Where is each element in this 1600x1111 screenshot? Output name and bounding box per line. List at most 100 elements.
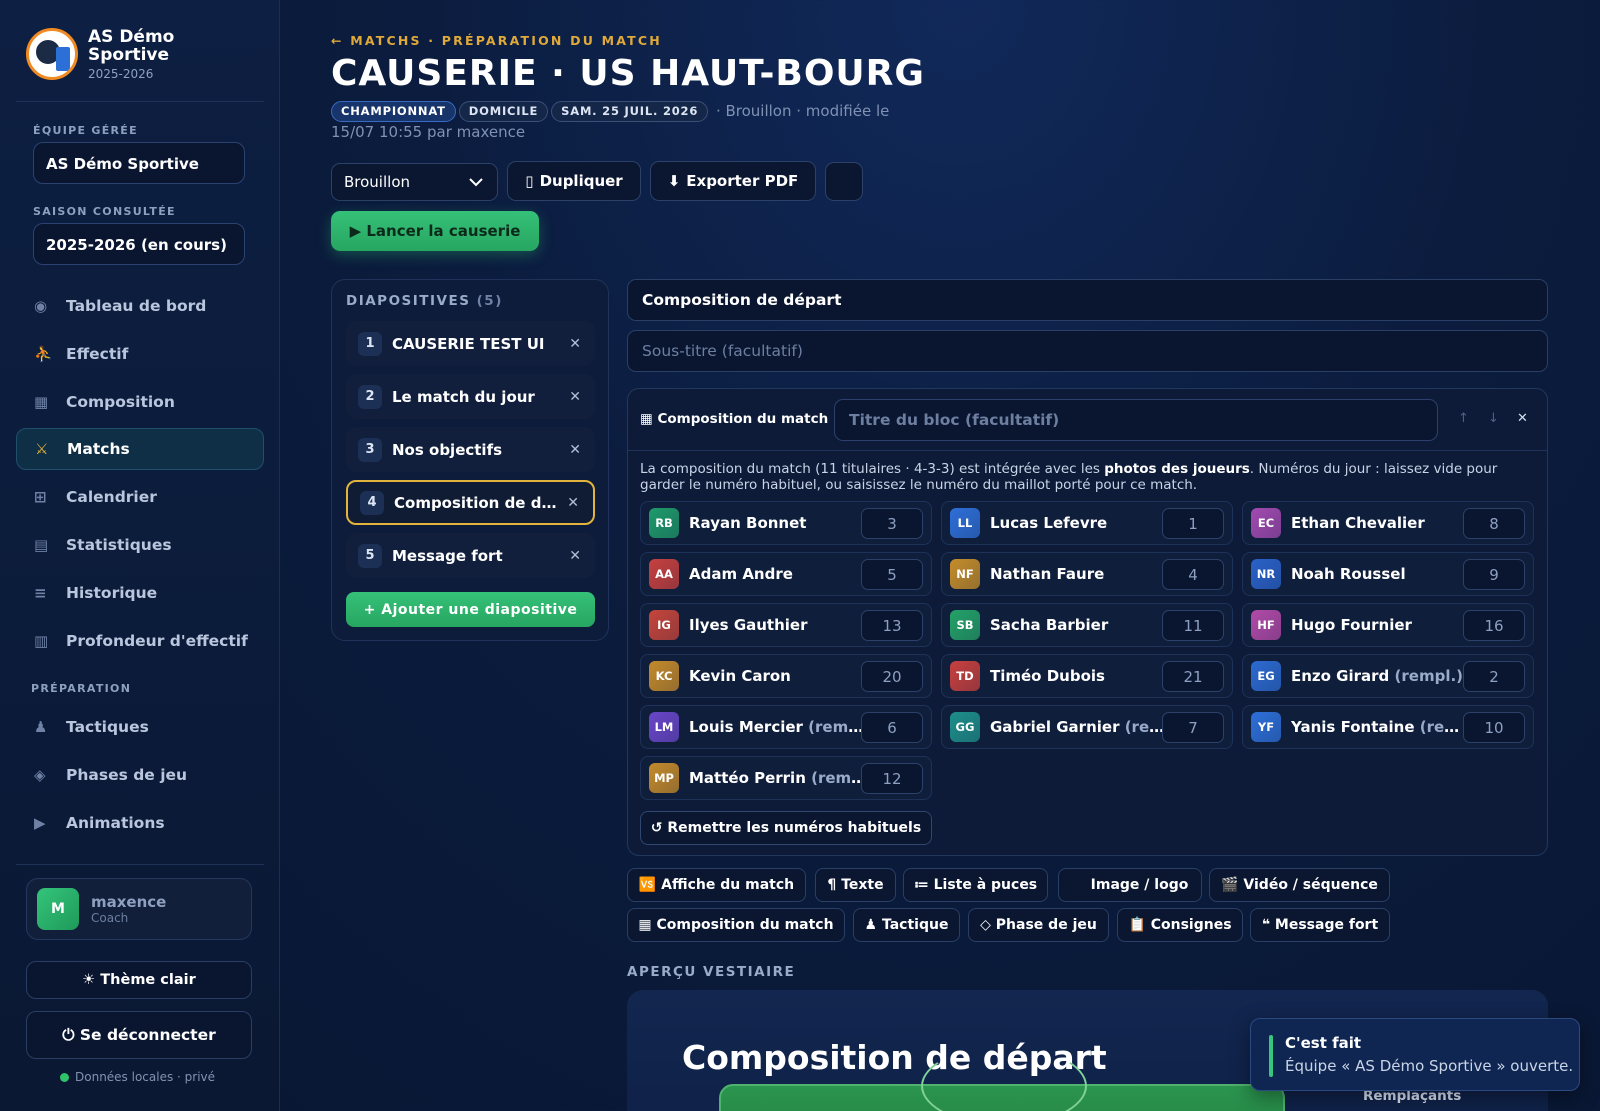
jersey-number-input[interactable]: 16	[1463, 610, 1525, 641]
tag-date: SAM. 25 JUIL. 2026	[551, 101, 709, 122]
block-title-input[interactable]: Titre du bloc (facultatif)	[834, 399, 1438, 441]
add-lineup-block-button[interactable]: ▦ Composition du match	[627, 908, 845, 942]
duplicate-button[interactable]: ▯ Dupliquer	[507, 161, 641, 201]
move-up-icon[interactable]: ↑	[1458, 411, 1469, 426]
player-avatar: EC	[1251, 508, 1281, 538]
prep-section-label: PRÉPARATION	[31, 682, 132, 695]
pitch	[719, 1046, 1285, 1111]
more-button[interactable]	[825, 162, 863, 201]
nav-item-squad[interactable]: ⛹ Effectif	[16, 333, 264, 375]
slide-label: Nos objectifs	[392, 440, 503, 459]
reset-numbers-button[interactable]: ↺ Remettre les numéros habituels	[640, 811, 932, 845]
add-video-block-button[interactable]: 🎬 Vidéo / séquence	[1209, 868, 1390, 902]
nav-item-calendar[interactable]: ⊞ Calendrier	[16, 476, 264, 518]
jersey-number-input[interactable]: 10	[1463, 712, 1525, 743]
team-select[interactable]: AS Démo Sportive	[33, 142, 245, 184]
user-card[interactable]: M maxence Coach	[26, 878, 252, 940]
play-icon: ▶	[34, 814, 46, 832]
add-text-block-button[interactable]: ¶ Texte	[815, 868, 896, 902]
team-label: ÉQUIPE GÉRÉE	[33, 124, 138, 137]
slide-item[interactable]: 2 Le match du jour ✕	[346, 374, 595, 419]
player-name: Mattéo Perrin (rempl.)	[689, 769, 869, 787]
move-down-icon[interactable]: ↓	[1488, 411, 1499, 426]
player-avatar: MP	[649, 763, 679, 793]
jersey-number-input[interactable]: 1	[1162, 508, 1224, 539]
add-phase-block-button[interactable]: ◇ Phase de jeu	[968, 908, 1109, 942]
nav-item-tactics[interactable]: ♟ Tactiques	[16, 706, 264, 748]
slide-item-selected[interactable]: 4 Composition de d… ✕	[346, 480, 595, 525]
add-bullets-block-button[interactable]: ≔ Liste à puces	[903, 868, 1048, 902]
nav-label: Tableau de bord	[66, 297, 207, 315]
player-row: IG Ilyes Gauthier 13	[640, 603, 932, 647]
tag-competition: CHAMPIONNAT	[331, 101, 456, 122]
club-logo-icon	[26, 28, 78, 80]
nav-label: Animations	[66, 814, 165, 832]
jersey-number-input[interactable]: 13	[861, 610, 923, 641]
jersey-number-input[interactable]: 9	[1463, 559, 1525, 590]
player-avatar: RB	[649, 508, 679, 538]
jersey-number-input[interactable]: 5	[861, 559, 923, 590]
add-instructions-block-button[interactable]: 📋 Consignes	[1117, 908, 1243, 942]
nav-label: Effectif	[66, 345, 129, 363]
nav-label: Calendrier	[66, 488, 157, 506]
nav-item-statistics[interactable]: ▤ Statistiques	[16, 524, 264, 566]
season-select[interactable]: 2025-2026 (en cours)	[33, 223, 245, 265]
player-name: Lucas Lefevre	[990, 514, 1108, 532]
nav-item-composition[interactable]: ▦ Composition	[16, 381, 264, 423]
list-icon: ≡	[34, 584, 47, 602]
add-tactic-block-button[interactable]: ♟ Tactique	[853, 908, 960, 942]
jersey-number-input[interactable]: 3	[861, 508, 923, 539]
nav-item-dashboard[interactable]: ◉ Tableau de bord	[16, 285, 264, 327]
add-strong-message-block-button[interactable]: ❝ Message fort	[1250, 908, 1390, 942]
jersey-number-input[interactable]: 21	[1162, 661, 1224, 692]
block-header: ▦ Composition du match Titre du bloc (fa…	[628, 389, 1547, 451]
local-data-status: Données locales · privé	[60, 1070, 215, 1084]
subtitle-input[interactable]: Sous-titre (facultatif)	[627, 330, 1548, 372]
nav-item-animations[interactable]: ▶ Animations	[16, 802, 264, 844]
add-poster-block-button[interactable]: 🆚 Affiche du match	[627, 868, 806, 902]
jersey-number-input[interactable]: 20	[861, 661, 923, 692]
player-name: Louis Mercier (rempl.)	[689, 718, 869, 736]
player-sub-tag: (rempl.)	[1389, 667, 1464, 685]
player-row: KC Kevin Caron 20	[640, 654, 932, 698]
nav-item-history[interactable]: ≡ Historique	[16, 572, 264, 614]
breadcrumb[interactable]: ← MATCHS · PRÉPARATION DU MATCH	[331, 33, 662, 48]
brand[interactable]: AS Démo Sportive 2025-2026	[26, 28, 198, 81]
close-icon[interactable]: ✕	[569, 442, 581, 458]
export-pdf-button[interactable]: ⬇ Exporter PDF	[650, 161, 816, 201]
jersey-number-input[interactable]: 4	[1162, 559, 1224, 590]
theme-toggle-button[interactable]: ☀ Thème clair	[26, 961, 252, 999]
jersey-number-input[interactable]: 6	[861, 712, 923, 743]
slide-title-input[interactable]: Composition de départ	[627, 279, 1548, 321]
add-image-block-button[interactable]: Image / logo	[1058, 868, 1202, 902]
status-select[interactable]: Brouillon	[331, 163, 498, 201]
close-icon[interactable]: ✕	[569, 389, 581, 405]
chess-icon: ♟	[34, 718, 48, 736]
jersey-number-input[interactable]: 11	[1162, 610, 1224, 641]
nav-item-depth[interactable]: ▥ Profondeur d'effectif	[16, 620, 264, 662]
jersey-number-input[interactable]: 7	[1162, 712, 1224, 743]
jersey-number-input[interactable]: 2	[1463, 661, 1525, 692]
launch-talk-button[interactable]: ▶ Lancer la causerie	[331, 211, 539, 251]
lineup-block: ▦ Composition du match Titre du bloc (fa…	[627, 388, 1548, 856]
jersey-number-input[interactable]: 8	[1463, 508, 1525, 539]
close-icon[interactable]: ✕	[567, 495, 579, 511]
add-slide-button[interactable]: + Ajouter une diapositive	[346, 592, 595, 627]
slide-item[interactable]: 5 Message fort ✕	[346, 533, 595, 578]
nav-item-matches[interactable]: ⚔ Matchs	[16, 428, 264, 470]
close-icon[interactable]: ✕	[569, 336, 581, 352]
nav-item-phases[interactable]: ◈ Phases de jeu	[16, 754, 264, 796]
download-icon: ⬇	[667, 172, 681, 190]
slide-item[interactable]: 1 CAUSERIE TEST UI ✕	[346, 321, 595, 366]
player-row: SB Sacha Barbier 11	[941, 603, 1233, 647]
slide-item[interactable]: 3 Nos objectifs ✕	[346, 427, 595, 472]
player-name: Nathan Faure	[990, 565, 1105, 583]
close-icon[interactable]: ✕	[569, 548, 581, 564]
jersey-number-input[interactable]: 12	[861, 763, 923, 794]
logout-button[interactable]: ⏻ Se déconnecter	[26, 1011, 252, 1059]
close-icon[interactable]: ✕	[1517, 411, 1528, 426]
toast-accent	[1269, 1035, 1273, 1077]
slide-label: Composition de d…	[394, 493, 557, 512]
export-label: Exporter PDF	[686, 172, 799, 190]
status-value: Brouillon	[344, 173, 410, 191]
